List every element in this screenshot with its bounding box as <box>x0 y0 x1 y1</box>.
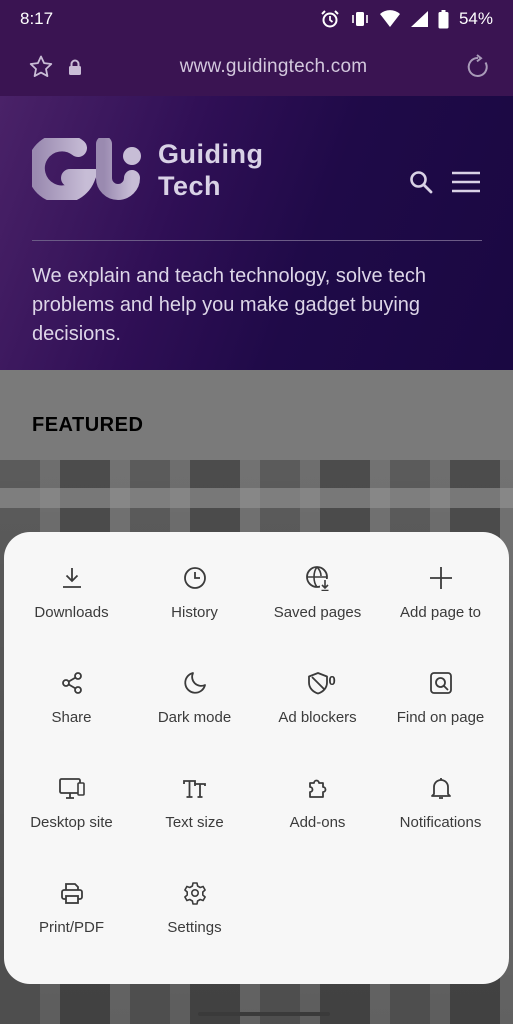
brand-line-2: Tech <box>158 171 222 201</box>
ad-blocker-count: 0 <box>328 673 336 688</box>
download-icon <box>58 564 86 592</box>
share-icon <box>58 669 86 697</box>
menu-item-downloads[interactable]: Downloads <box>10 564 133 669</box>
plus-icon <box>427 564 455 592</box>
menu-item-settings[interactable]: Settings <box>133 879 256 984</box>
status-icons: 54% <box>320 9 493 29</box>
menu-label: Find on page <box>396 709 485 726</box>
globe-download-icon <box>304 564 332 592</box>
gear-icon <box>181 879 209 907</box>
shield-icon: 0 <box>304 669 336 697</box>
menu-label: Add page to <box>400 604 481 621</box>
brand-name[interactable]: Guiding Tech <box>158 138 263 202</box>
menu-label: History <box>171 604 218 621</box>
signal-icon <box>410 10 428 28</box>
brand-line-1: Guiding <box>158 139 264 169</box>
printer-icon <box>58 879 86 907</box>
menu-label: Share <box>51 709 92 726</box>
url-text[interactable]: www.guidingtech.com <box>82 56 465 78</box>
menu-label: Print/PDF <box>38 919 104 936</box>
clock-icon <box>181 564 209 592</box>
menu-label: Notifications <box>399 814 482 831</box>
desktop-icon <box>58 774 86 802</box>
status-time: 8:17 <box>20 9 54 28</box>
menu-label: Ad blockers <box>278 709 357 726</box>
gesture-nav-bar[interactable] <box>198 1012 330 1016</box>
menu-label: Add-ons <box>289 814 346 831</box>
wifi-icon <box>379 10 400 28</box>
browser-menu-sheet: Downloads History Saved pages Add page t… <box>4 532 509 984</box>
menu-item-notifications[interactable]: Notifications <box>379 774 502 879</box>
lock-icon <box>68 59 82 75</box>
header-divider <box>32 240 482 241</box>
moon-icon <box>181 669 209 697</box>
menu-label: Downloads <box>34 604 109 621</box>
menu-label: Settings <box>167 919 222 936</box>
menu-item-add-ons[interactable]: Add-ons <box>256 774 379 879</box>
menu-label: Dark mode <box>157 709 232 726</box>
featured-section: FEATURED <box>0 370 513 460</box>
status-bar: 8:17 54% <box>0 0 513 38</box>
reload-icon[interactable] <box>465 54 491 80</box>
menu-label: Desktop site <box>30 814 113 831</box>
featured-heading: FEATURED <box>32 414 144 436</box>
menu-item-dark-mode[interactable]: Dark mode <box>133 669 256 774</box>
menu-item-print-pdf[interactable]: Print/PDF <box>10 879 133 984</box>
menu-item-add-page-to[interactable]: Add page to <box>379 564 502 669</box>
battery-icon <box>438 9 449 29</box>
search-icon[interactable] <box>409 170 433 199</box>
url-bar[interactable]: www.guidingtech.com <box>0 38 513 96</box>
hamburger-menu-icon[interactable] <box>451 171 481 198</box>
alarm-icon <box>320 9 340 29</box>
menu-item-share[interactable]: Share <box>10 669 133 774</box>
menu-item-desktop-site[interactable]: Desktop site <box>10 774 133 879</box>
star-icon[interactable] <box>28 54 54 80</box>
bell-icon <box>427 774 455 802</box>
text-size-icon <box>181 774 209 802</box>
find-page-icon <box>427 669 455 697</box>
menu-label: Saved pages <box>273 604 362 621</box>
puzzle-icon <box>304 774 332 802</box>
site-tagline: We explain and teach technology, solve t… <box>32 265 426 345</box>
image-detail <box>0 488 513 508</box>
menu-item-saved-pages[interactable]: Saved pages <box>256 564 379 669</box>
menu-grid: Downloads History Saved pages Add page t… <box>4 564 509 984</box>
site-header: Guiding Tech We explain and teach techno… <box>0 96 513 370</box>
vibrate-icon <box>350 9 370 29</box>
menu-item-ad-blockers[interactable]: 0 Ad blockers <box>256 669 379 774</box>
guiding-tech-logo[interactable] <box>26 133 144 205</box>
battery-percent: 54% <box>458 9 493 28</box>
menu-item-find-on-page[interactable]: Find on page <box>379 669 502 774</box>
menu-item-history[interactable]: History <box>133 564 256 669</box>
menu-label: Text size <box>165 814 224 831</box>
menu-item-text-size[interactable]: Text size <box>133 774 256 879</box>
